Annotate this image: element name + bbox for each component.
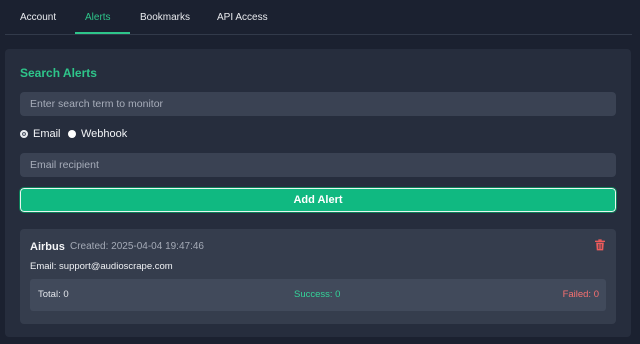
email-radio[interactable] <box>20 130 28 138</box>
webhook-radio[interactable] <box>68 130 76 138</box>
alert-stats: Total: 0 Success: 0 Failed: 0 <box>30 279 606 311</box>
alert-name: Airbus <box>30 241 65 253</box>
alert-created-timestamp: Created: 2025-04-04 19:47:46 <box>70 241 204 252</box>
stat-success: Success: 0 <box>294 289 341 300</box>
email-recipient-input[interactable]: Email recipient <box>20 153 616 177</box>
stat-failed: Failed: 0 <box>562 289 599 300</box>
add-alert-button[interactable]: Add Alert <box>19 187 617 213</box>
alert-card: Airbus Created: 2025-04-04 19:47:46 Emai… <box>20 229 616 324</box>
alerts-panel: Search Alerts Enter search term to monit… <box>5 49 631 337</box>
tab-api-access[interactable]: API Access <box>217 12 268 23</box>
trash-icon[interactable] <box>594 239 606 251</box>
active-tab-indicator <box>75 32 130 34</box>
webhook-radio-label[interactable]: Webhook <box>81 128 127 140</box>
tab-account[interactable]: Account <box>20 12 56 23</box>
stat-total: Total: 0 <box>38 289 69 300</box>
tab-alerts[interactable]: Alerts <box>85 12 111 23</box>
email-radio-label[interactable]: Email <box>33 128 61 140</box>
section-title: Search Alerts <box>20 66 97 80</box>
tab-bar: Account Alerts Bookmarks API Access <box>5 0 632 35</box>
search-term-input[interactable]: Enter search term to monitor <box>20 92 616 116</box>
alert-email: Email: support@audioscrape.com <box>30 261 173 272</box>
tab-bookmarks[interactable]: Bookmarks <box>140 12 190 23</box>
